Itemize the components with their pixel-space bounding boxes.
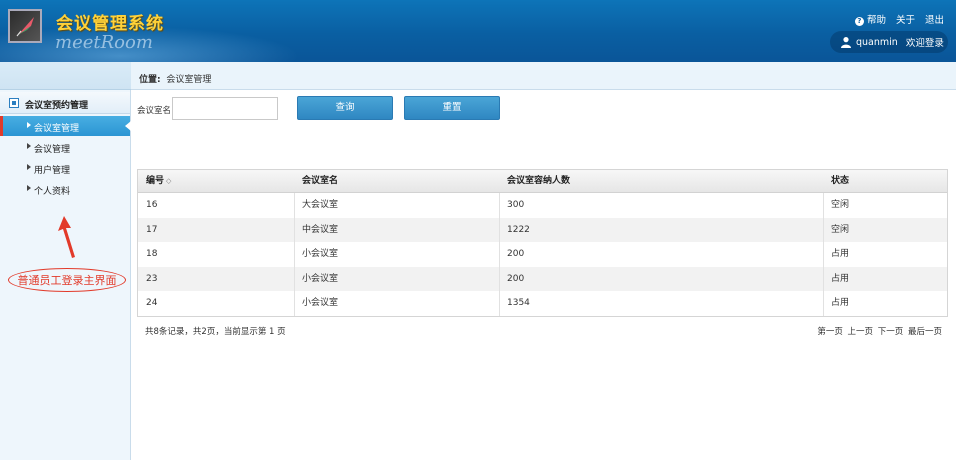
- column-divider: [294, 193, 295, 316]
- annotation-label: 普通员工登录主界面: [8, 268, 126, 292]
- table-row[interactable]: 16 大会议室 300 空闲: [138, 193, 947, 218]
- rooms-table: 编号 ◇ 会议室名 会议室容纳人数 状态 16 大会议室 300 空闲 17 中会…: [137, 169, 948, 317]
- sort-icon[interactable]: ◇: [166, 177, 171, 185]
- column-header-status: 状态: [831, 176, 850, 186]
- sidebar-item-label: 个人资料: [34, 187, 71, 197]
- table-row[interactable]: 23 小会议室 200 占用: [138, 266, 947, 292]
- sidebar-item-profile[interactable]: 个人资料: [0, 179, 130, 199]
- table-row[interactable]: 24 小会议室 1354 占用: [138, 291, 947, 316]
- cell-name: 大会议室: [302, 200, 339, 210]
- user-icon: [841, 37, 851, 48]
- cell-capacity: 1354: [507, 298, 530, 309]
- prev-page-link[interactable]: 上一页: [848, 327, 874, 337]
- about-link[interactable]: 关于: [896, 12, 915, 26]
- location-bar: [131, 62, 956, 90]
- cell-status: 空闲: [831, 200, 850, 210]
- cell-id: 24: [146, 298, 158, 309]
- breadcrumb-value: 会议室管理: [166, 75, 212, 85]
- column-header-name: 会议室名: [302, 176, 339, 186]
- breadcrumb-label: 位置:: [139, 75, 161, 85]
- sidebar-item-room-management[interactable]: 会议室管理: [0, 116, 131, 136]
- cell-id: 18: [146, 249, 158, 260]
- cell-status: 占用: [831, 273, 850, 284]
- next-page-link[interactable]: 下一页: [878, 327, 904, 337]
- help-icon: ?: [854, 17, 864, 26]
- table-row[interactable]: 17 中会议室 1222 空闲: [138, 217, 947, 243]
- app-subtitle: meetRoom: [55, 32, 153, 53]
- cell-status: 占用: [831, 249, 850, 260]
- cell-id: 17: [146, 224, 158, 235]
- cell-name: 中会议室: [302, 224, 339, 235]
- first-page-link[interactable]: 第一页: [817, 327, 843, 337]
- column-divider: [823, 193, 824, 316]
- cell-capacity: 200: [507, 249, 525, 260]
- help-link[interactable]: ? 帮助: [854, 12, 886, 26]
- sidebar-item-label: 会议管理: [34, 145, 71, 155]
- cell-name: 小会议室: [302, 298, 339, 309]
- table-row[interactable]: 18 小会议室 200 占用: [138, 242, 947, 267]
- room-name-input[interactable]: [172, 97, 278, 120]
- record-summary: 共8条记录，共2页，当前显示第 1 页: [145, 327, 286, 337]
- sidebar-section-title: 会议室预约管理: [25, 101, 89, 111]
- breadcrumb: 位置: 会议室管理: [139, 72, 211, 85]
- list-icon: [9, 98, 19, 108]
- cell-id: 23: [146, 273, 158, 284]
- cell-status: 占用: [831, 298, 850, 309]
- username: quanmin: [856, 36, 898, 48]
- app-logo: [8, 9, 42, 43]
- caret-right-icon: [27, 122, 31, 128]
- cell-name: 小会议室: [302, 273, 339, 284]
- column-header-capacity: 会议室容纳人数: [507, 176, 571, 186]
- cell-id: 16: [146, 200, 158, 210]
- sidebar-item-label: 会议室管理: [34, 124, 80, 134]
- table-header: 编号 ◇ 会议室名 会议室容纳人数 状态: [138, 170, 947, 193]
- reset-button[interactable]: 重置: [404, 96, 500, 120]
- caret-right-icon: [27, 143, 31, 149]
- sidebar-item-label: 用户管理: [34, 166, 71, 176]
- app-title: 会议管理系统: [56, 14, 164, 34]
- sidebar-item-user-management[interactable]: 用户管理: [0, 158, 130, 178]
- search-label: 会议室名:: [137, 106, 174, 116]
- cell-capacity: 200: [507, 273, 525, 284]
- last-page-link[interactable]: 最后一页: [908, 327, 942, 337]
- cell-name: 小会议室: [302, 249, 339, 260]
- query-button[interactable]: 查询: [297, 96, 393, 120]
- cell-status: 空闲: [831, 224, 850, 235]
- caret-right-icon: [27, 164, 31, 170]
- welcome-text: 欢迎登录: [905, 38, 944, 49]
- sidebar-section-header[interactable]: 会议室预约管理: [0, 92, 130, 114]
- logout-link[interactable]: 退出: [925, 12, 944, 26]
- quill-icon: [16, 17, 34, 37]
- caret-right-icon: [27, 185, 31, 191]
- app-header: 会议管理系统 meetRoom ? 帮助 关于 退出 quanmin 欢迎登录: [0, 0, 956, 62]
- annotation-arrow-icon: [58, 216, 75, 258]
- top-links: ? 帮助 关于 退出: [845, 12, 944, 26]
- cell-capacity: 300: [507, 200, 525, 210]
- column-header-id[interactable]: 编号 ◇: [138, 170, 294, 193]
- column-divider: [499, 193, 500, 316]
- pagination-links: 第一页 上一页 下一页 最后一页: [815, 325, 942, 337]
- sidebar-top-bar: [0, 62, 131, 90]
- sidebar-item-meeting-management[interactable]: 会议管理: [0, 137, 130, 157]
- cell-capacity: 1222: [507, 224, 530, 235]
- column-header-label: 编号: [146, 176, 165, 186]
- active-notch: [125, 121, 131, 131]
- user-badge: quanmin 欢迎登录: [830, 31, 948, 53]
- active-marker: [0, 116, 3, 136]
- help-label: 帮助: [866, 15, 886, 26]
